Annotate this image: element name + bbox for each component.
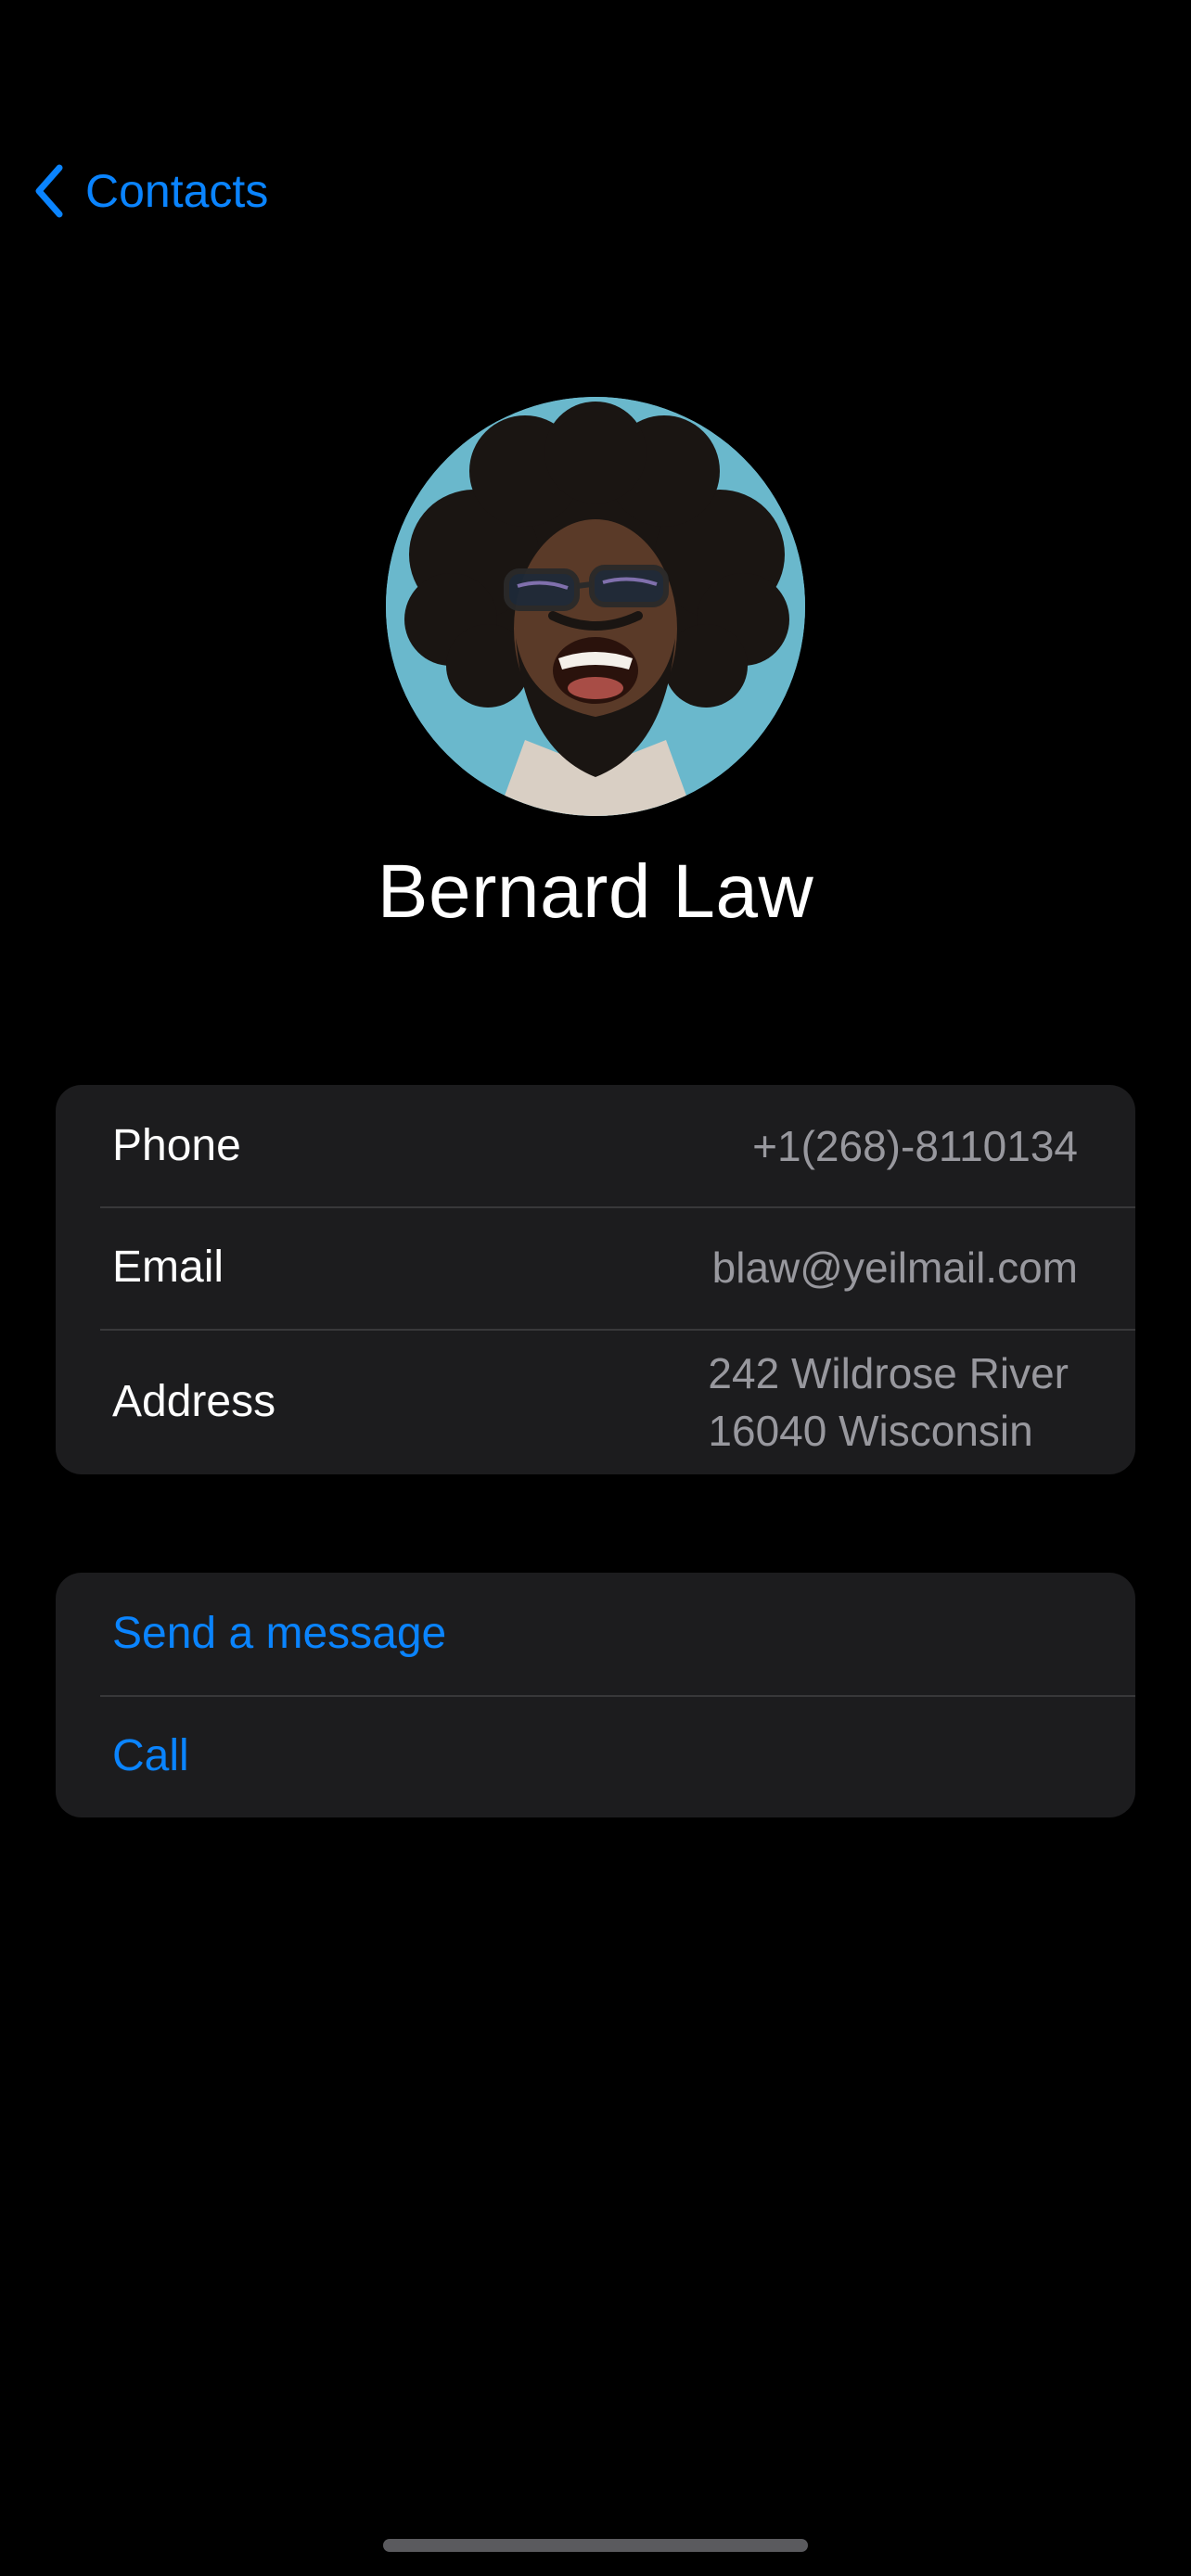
address-value: 242 Wildrose River 16040 Wisconsin xyxy=(708,1345,1069,1460)
address-label: Address xyxy=(112,1376,276,1426)
back-button-label: Contacts xyxy=(85,165,269,217)
call-button[interactable]: Call xyxy=(56,1695,1135,1817)
phone-row[interactable]: Phone +1(268)-8110134 xyxy=(56,1085,1135,1206)
send-message-button[interactable]: Send a message xyxy=(56,1573,1135,1695)
address-line-1: 242 Wildrose River xyxy=(708,1348,1069,1397)
home-indicator[interactable] xyxy=(383,2539,808,2552)
back-button[interactable]: Contacts xyxy=(33,158,268,224)
chevron-left-icon xyxy=(33,164,65,218)
send-message-label: Send a message xyxy=(112,1609,447,1658)
address-row[interactable]: Address 242 Wildrose River 16040 Wiscons… xyxy=(56,1329,1135,1474)
avatar xyxy=(386,397,805,816)
contact-actions-card: Send a message Call xyxy=(56,1573,1135,1817)
email-row[interactable]: Email blaw@yeilmail.com xyxy=(56,1206,1135,1329)
email-value: blaw@yeilmail.com xyxy=(711,1243,1078,1292)
contact-name: Bernard Law xyxy=(377,849,814,934)
address-line-2: 16040 Wisconsin xyxy=(708,1406,1033,1455)
phone-value: +1(268)-8110134 xyxy=(752,1121,1078,1170)
call-label: Call xyxy=(112,1731,189,1780)
email-label: Email xyxy=(112,1243,224,1292)
phone-label: Phone xyxy=(112,1120,241,1170)
contact-details-card: Phone +1(268)-8110134 Email blaw@yeilmai… xyxy=(56,1085,1135,1474)
